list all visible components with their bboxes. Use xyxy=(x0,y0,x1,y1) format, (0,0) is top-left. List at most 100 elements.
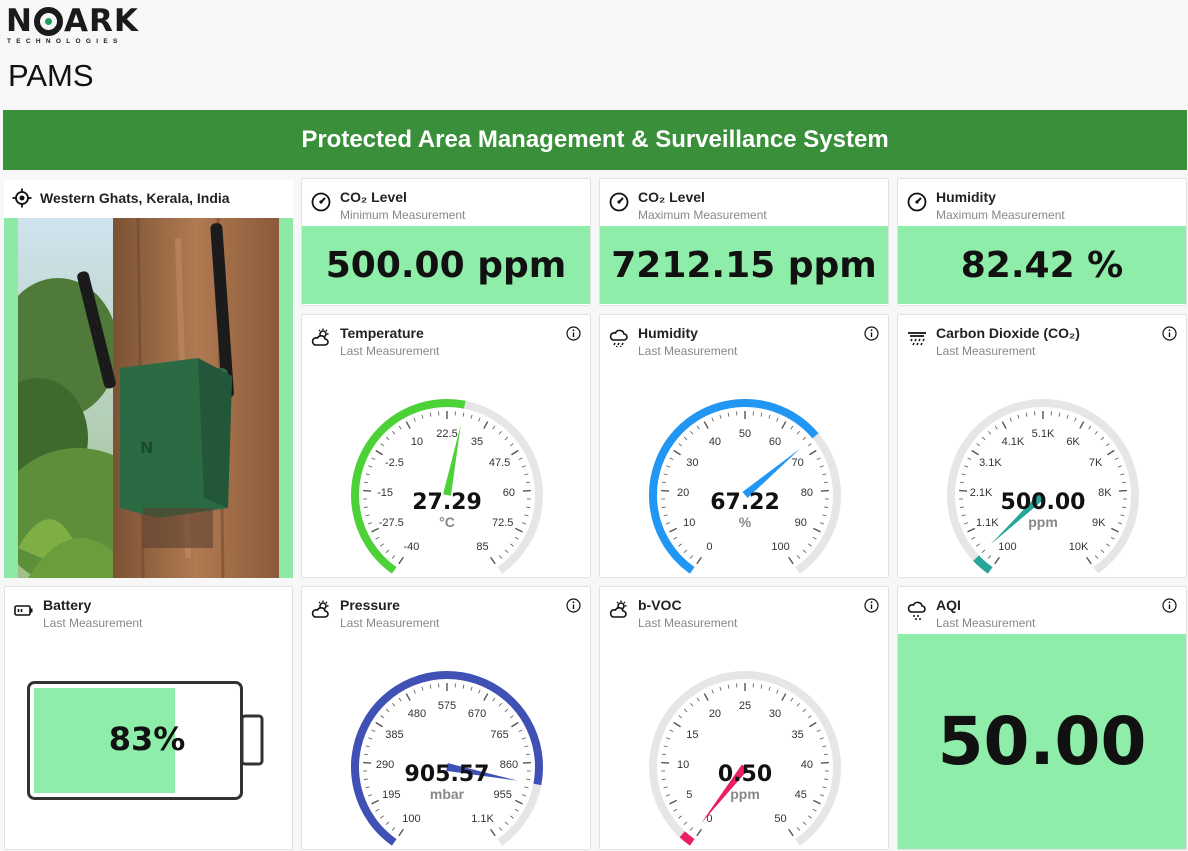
gauge-minor-tick xyxy=(504,549,509,554)
card-subtitle: Last Measurement xyxy=(638,616,738,630)
gauge-major-tick xyxy=(490,556,496,565)
gauge-minor-tick xyxy=(521,465,526,468)
info-icon[interactable] xyxy=(864,598,879,613)
info-icon[interactable] xyxy=(1162,598,1177,613)
info-icon[interactable] xyxy=(566,598,581,613)
gauge-tick-label: 480 xyxy=(408,708,426,720)
gauge-minor-tick xyxy=(1058,412,1061,417)
gauge-tick-label: 955 xyxy=(494,789,512,801)
card-title: CO₂ Level xyxy=(340,189,407,205)
gauge-minor-tick xyxy=(669,457,674,461)
device-logo-mark: N xyxy=(140,438,153,457)
gauge-major-tick xyxy=(781,693,787,701)
gauge-tick-label: 10 xyxy=(677,759,689,771)
device-photo[interactable]: N xyxy=(18,218,279,578)
gauge-minor-tick xyxy=(776,689,779,694)
gauge-icon xyxy=(311,192,331,212)
co2-max-card: CO₂ Level Maximum Measurement 7212.15 ppm xyxy=(599,178,889,306)
gauge-minor-tick xyxy=(823,753,829,756)
gauge-tick-label: 20 xyxy=(677,487,689,499)
gauge-minor-tick xyxy=(498,555,503,559)
gauge-minor-tick xyxy=(967,457,972,461)
gauge-minor-tick xyxy=(822,473,827,476)
gauge-minor-tick xyxy=(368,522,373,525)
gauge-minor-tick xyxy=(696,697,700,702)
gauge-major-tick xyxy=(696,556,702,565)
gauge-major-tick xyxy=(809,721,817,728)
gauge-unit: ppm xyxy=(1028,514,1058,530)
gauge-minor-tick xyxy=(669,729,674,733)
gauge-minor-tick xyxy=(1117,465,1122,468)
gauge-minor-tick xyxy=(796,430,800,435)
gauge-tick-label: -2.5 xyxy=(385,457,404,469)
gauge-minor-tick xyxy=(1100,549,1105,554)
gauge-minor-tick xyxy=(678,815,682,819)
location-header: Western Ghats, Kerala, India xyxy=(12,188,230,208)
gauge-minor-tick xyxy=(689,827,694,831)
gauge-minor-tick xyxy=(1025,412,1028,417)
gauge-major-tick xyxy=(788,828,794,837)
gauge-tick-label: 40 xyxy=(801,759,813,771)
battery-card: Battery Last Measurement 83% xyxy=(4,586,293,850)
gauge-minor-tick xyxy=(375,536,380,540)
gauge-minor-tick xyxy=(666,794,671,797)
gauge-major-tick xyxy=(809,449,817,456)
card-subtitle: Maximum Measurement xyxy=(936,208,1065,222)
gauge-tick-label: 30 xyxy=(686,457,698,469)
gauge-tick-label: 195 xyxy=(382,789,400,801)
gauge-minor-tick xyxy=(987,555,992,559)
gauge-minor-tick xyxy=(808,815,812,819)
card-title: Humidity xyxy=(638,325,698,341)
gauge-minor-tick xyxy=(683,436,688,441)
card-subtitle: Maximum Measurement xyxy=(638,208,767,222)
gauge-major-tick xyxy=(371,527,379,533)
gauge-minor-tick xyxy=(380,815,384,819)
info-icon[interactable] xyxy=(1162,326,1177,341)
brand-name-start: N xyxy=(6,3,33,39)
info-icon[interactable] xyxy=(864,326,879,341)
gauge-minor-tick xyxy=(981,436,986,441)
gauge-major-tick xyxy=(673,449,681,456)
gauge-minor-tick xyxy=(524,473,529,476)
gauge-major-tick xyxy=(1079,421,1085,429)
gauge-minor-tick xyxy=(365,514,370,517)
gauge-minor-tick xyxy=(690,702,694,707)
gauge-minor-tick xyxy=(790,425,794,430)
gauge-major-tick xyxy=(405,421,411,429)
pressure-gauge: 100195 290 385 480 575 670 765 860 9551.1K 905.57… xyxy=(351,671,543,846)
gauge-minor-tick xyxy=(509,715,514,719)
gauge-minor-tick xyxy=(796,827,801,831)
gauge-minor-tick xyxy=(385,436,390,441)
gauge-major-tick xyxy=(1001,421,1007,429)
gauge-tick-label: 575 xyxy=(438,700,456,712)
gauge-tick-label: 860 xyxy=(500,759,518,771)
gauge-minor-tick xyxy=(796,702,800,707)
gauge-minor-tick xyxy=(666,737,671,740)
gauge-minor-tick xyxy=(802,436,807,441)
gauge-tick-label: 10 xyxy=(683,517,695,529)
gauge-minor-tick xyxy=(790,697,794,702)
gauge-tick-label: -15 xyxy=(377,487,393,499)
humidity-card: Humidity Last Measurement 0 10 20 30 40 50 60 70… xyxy=(599,314,889,578)
gauge-minor-tick xyxy=(368,737,373,740)
gauge-minor-tick xyxy=(498,827,503,831)
gauge-minor-tick xyxy=(683,821,688,826)
gauge-minor-tick xyxy=(526,778,531,780)
gauge-minor-tick xyxy=(525,481,531,484)
gauge-major-tick xyxy=(511,721,519,728)
gauge-tick-label: 47.5 xyxy=(489,457,510,469)
gauge-minor-tick xyxy=(690,430,694,435)
card-title: Temperature xyxy=(340,325,424,341)
card-subtitle: Minimum Measurement xyxy=(340,208,466,222)
gauge-tick-label: 45 xyxy=(795,789,807,801)
gauge-value: 905.57 xyxy=(405,762,490,787)
gauge-minor-tick xyxy=(802,821,807,826)
gauge-tick-label: 10 xyxy=(411,436,423,448)
gauge-tick-label: 385 xyxy=(385,729,403,741)
gauge-minor-tick xyxy=(492,425,496,430)
location-card: Western Ghats, Kerala, India N xyxy=(4,180,293,578)
gauge-major-tick xyxy=(511,449,519,456)
info-icon[interactable] xyxy=(566,326,581,341)
sun-cloud-icon xyxy=(311,328,329,346)
gauge-minor-tick xyxy=(988,430,992,435)
